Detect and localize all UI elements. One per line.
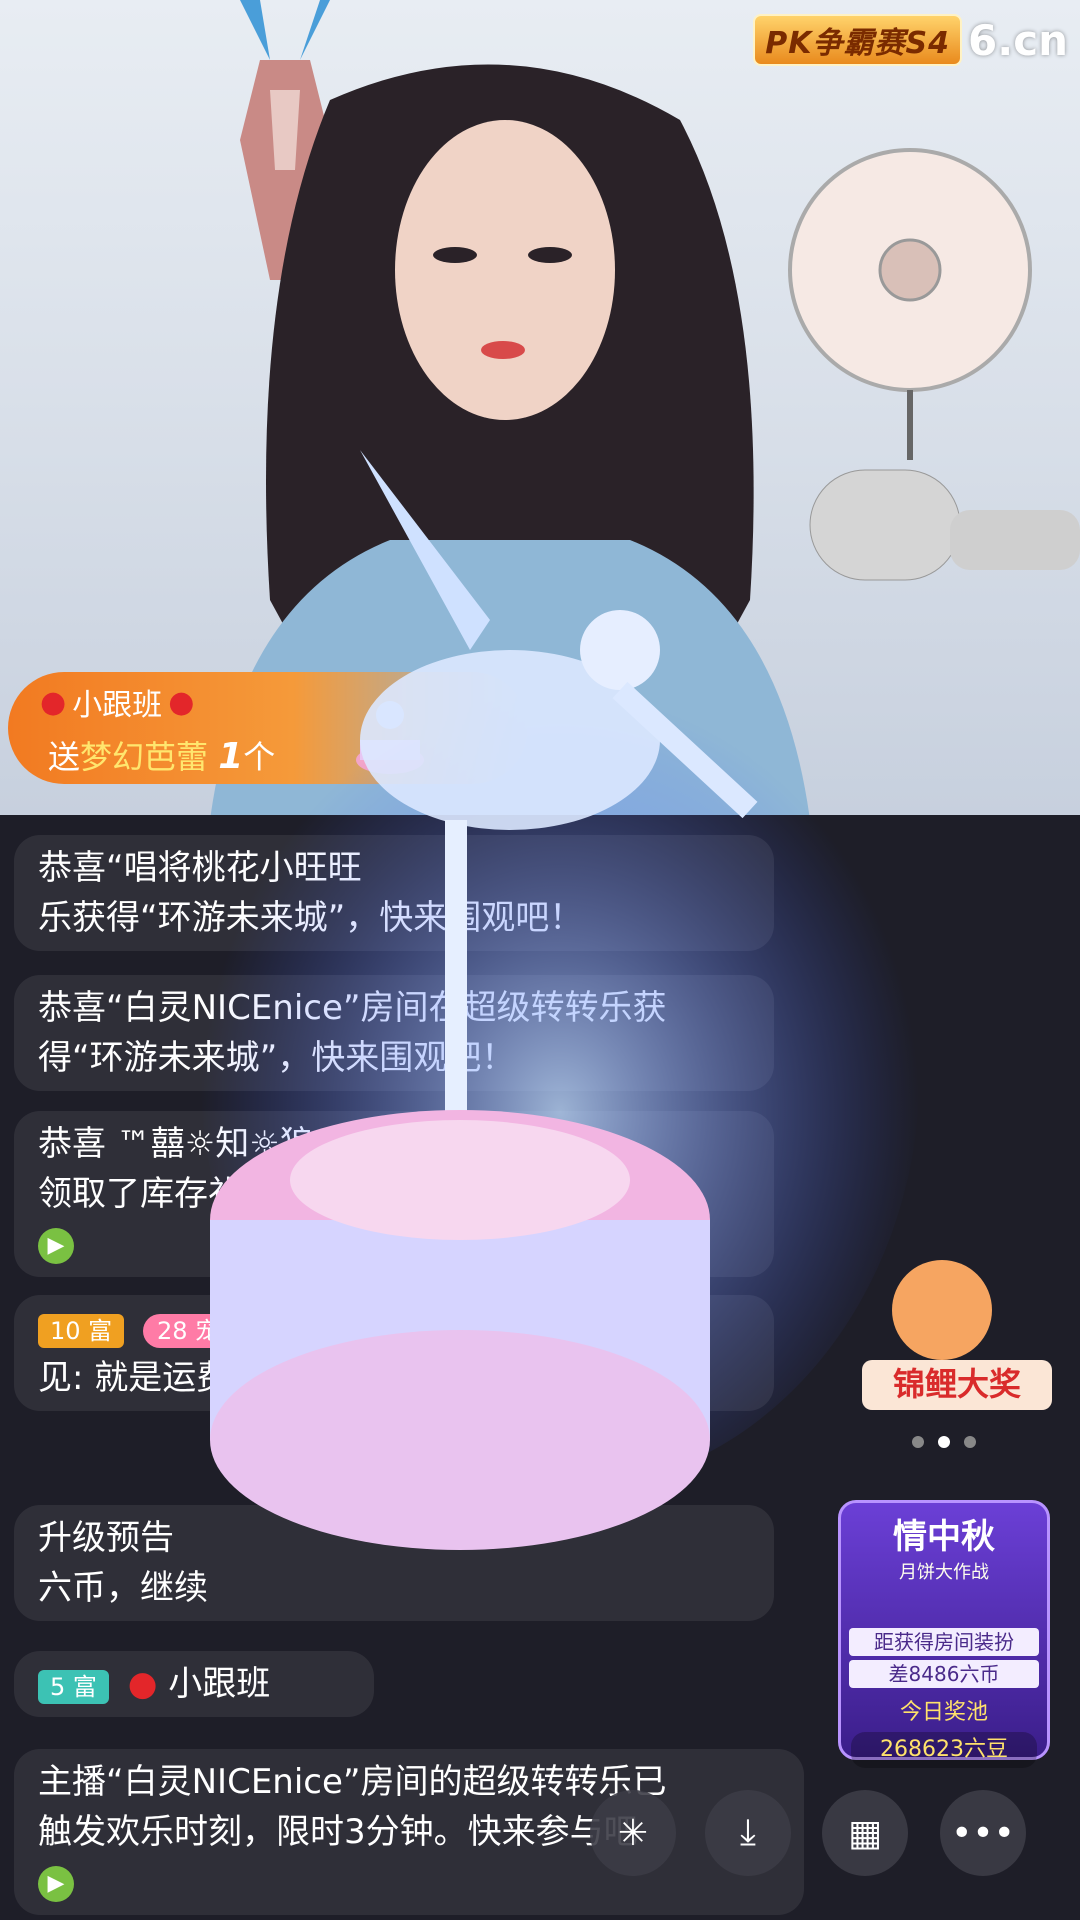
chat-text: 恭喜“唱将桃花小旺旺 — [38, 848, 362, 888]
apple-icon: ● — [127, 1664, 158, 1704]
grid-icon: ▦ — [847, 1812, 882, 1854]
download-button[interactable]: ⤓ — [705, 1790, 791, 1876]
gift-prefix: 送 — [48, 738, 81, 776]
download-icon: ⤓ — [740, 1812, 756, 1853]
sparkle-button[interactable]: ✳ — [590, 1790, 676, 1876]
chat-message: 10 富 28 宠梦儿 见: 就是运费 — [14, 1295, 774, 1411]
chat-text: 六币，继续 — [38, 1568, 208, 1608]
gift-sender[interactable]: ● 小跟班 ● — [40, 680, 194, 724]
pager-dot[interactable] — [912, 1436, 924, 1448]
brand-header: PK争霸赛S4 6.cn — [753, 14, 1068, 66]
banner-pager[interactable] — [912, 1436, 976, 1448]
site-logo: 6.cn — [968, 15, 1068, 65]
gift-thumbnail-icon — [356, 701, 424, 774]
chat-text: 主播“白灵NICEnice”房间的超级转转乐已 — [38, 1762, 667, 1802]
chat-message: 恭喜“唱将桃花小旺旺 乐获得“环游未来城”，快来围观吧！ — [14, 835, 774, 951]
sparkle-icon: ✳ — [617, 1812, 649, 1854]
chat-message: 恭喜“白灵NICEnice”房间在超级转转乐获 得“环游未来城”，快来围观吧！ — [14, 975, 774, 1091]
chat-message: 主播“白灵NICEnice”房间的超级转转乐已 触发欢乐时刻，限时3分钟。快来参… — [14, 1749, 804, 1915]
koi-prize-banner[interactable]: 锦鲤大奖 — [862, 1250, 1052, 1420]
chat-text: 见: 就是运费 — [38, 1358, 231, 1398]
chat-message: 恭喜 ™囍☼知☼狼 领取了库存礼物30个 ▶ — [14, 1111, 774, 1277]
gift-name: 梦幻芭蕾 — [80, 738, 209, 776]
chat-username[interactable]: 小跟班 — [168, 1664, 270, 1704]
pool-label: 今日奖池 — [899, 1700, 988, 1725]
chat-message: 升级预告 六币，继续 — [14, 1505, 774, 1621]
arrow-right-icon[interactable]: ▶ — [38, 1865, 74, 1902]
chat-text: 恭喜 ™囍☼知☼狼 — [38, 1124, 314, 1164]
chat-text: 恭喜“白灵NICEnice”房间在超级转转乐获 — [38, 988, 667, 1028]
more-button[interactable]: ••• — [940, 1790, 1026, 1876]
pager-dot[interactable] — [964, 1436, 976, 1448]
progress-value: 差8486六币 — [849, 1660, 1039, 1688]
koi-prize-text: 锦鲤大奖 — [893, 1366, 1021, 1402]
chat-text: 得“环游未来城”，快来围观吧！ — [38, 1038, 516, 1078]
arrow-right-icon[interactable]: ▶ — [38, 1227, 74, 1264]
pager-dot[interactable] — [938, 1436, 950, 1448]
pet-tag: 28 宠梦儿 — [142, 1314, 282, 1348]
event-title: 情中秋 — [893, 1517, 995, 1557]
studio-lamp — [788, 148, 1032, 460]
event-avatars — [841, 1584, 1047, 1624]
chat-text: 乐获得“环游未来城”，快来围观吧！ — [38, 898, 584, 938]
grid-button[interactable]: ▦ — [822, 1790, 908, 1876]
apple-icon: ● — [40, 684, 67, 720]
event-subtitle: 月饼大作战 — [899, 1562, 989, 1583]
mid-autumn-event-banner[interactable]: 情中秋 月饼大作战 距获得房间装扮 差8486六币 今日奖池 268623六豆 — [838, 1500, 1050, 1768]
gift-count: 1 — [218, 736, 244, 777]
pool-total: 268623六豆 — [851, 1732, 1037, 1768]
pk-event-badge[interactable]: PK争霸赛S4 — [753, 14, 963, 66]
progress-label: 距获得房间装扮 — [849, 1628, 1039, 1656]
gift-sender-name: 小跟班 — [72, 688, 163, 723]
wealth-level-badge: 5 富 — [38, 1670, 109, 1704]
wealth-level-badge: 10 富 — [38, 1314, 125, 1348]
chat-text: 升级预告 — [38, 1518, 174, 1558]
more-icon: ••• — [951, 1812, 1015, 1854]
gift-message: 送梦幻芭蕾 1个 — [48, 732, 275, 778]
apple-icon: ● — [168, 684, 195, 720]
gift-unit: 个 — [243, 738, 276, 776]
chat-message: 5 富 ● 小跟班 — [14, 1651, 374, 1717]
live-video[interactable]: PK争霸赛S4 6.cn ● 小跟班 ● 送梦幻芭蕾 1个 — [0, 0, 1080, 815]
chat-text: 领取了库存礼物30个 — [38, 1174, 354, 1214]
